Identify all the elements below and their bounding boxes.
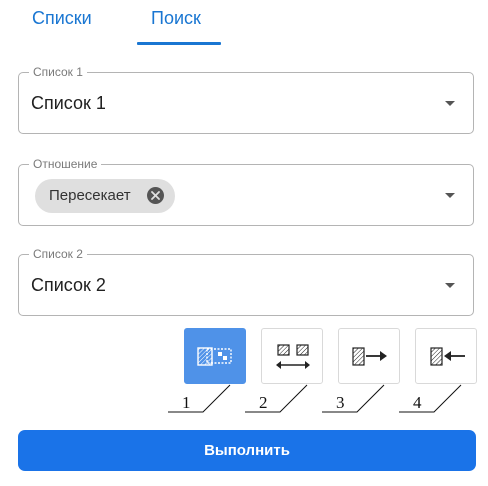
list1-select[interactable]: Список 1 Список 1 [18, 65, 474, 134]
relation-chip: Пересекает [35, 179, 175, 213]
op-number-4: 4 [413, 393, 422, 412]
chip-remove-icon[interactable] [147, 187, 164, 204]
op-button-2[interactable] [261, 328, 323, 384]
op-number-2: 2 [259, 393, 268, 412]
tab-search[interactable]: Поиск [151, 8, 201, 29]
op-number-1: 1 [182, 393, 191, 412]
list2-select[interactable]: Список 2 Список 2 [18, 247, 474, 316]
relation-chip-label: Пересекает [49, 187, 131, 204]
tab-bar: Списки Поиск [0, 0, 488, 46]
operation-buttons: 1 2 3 4 [0, 328, 488, 418]
run-button[interactable]: Выполнить [18, 430, 476, 471]
caret-down-icon[interactable] [445, 283, 455, 288]
extent-icon [276, 344, 310, 369]
list2-label: Список 2 [29, 247, 87, 261]
relation-label: Отношение [29, 157, 102, 171]
op-button-1[interactable] [184, 328, 246, 384]
left-arrow-icon [430, 347, 465, 366]
intersect-icon [197, 347, 232, 366]
list2-value: Список 2 [31, 275, 106, 295]
active-tab-indicator [137, 42, 221, 45]
right-arrow-icon [352, 347, 387, 366]
list1-label: Список 1 [29, 65, 87, 79]
op-number-3: 3 [336, 393, 345, 412]
caret-down-icon[interactable] [445, 193, 455, 198]
tab-lists[interactable]: Списки [32, 8, 92, 29]
relation-select[interactable]: Отношение Пересекает [18, 157, 474, 226]
op-button-3[interactable] [338, 328, 400, 384]
op-button-4[interactable] [415, 328, 477, 384]
caret-down-icon[interactable] [445, 101, 455, 106]
list1-value: Список 1 [31, 93, 106, 113]
